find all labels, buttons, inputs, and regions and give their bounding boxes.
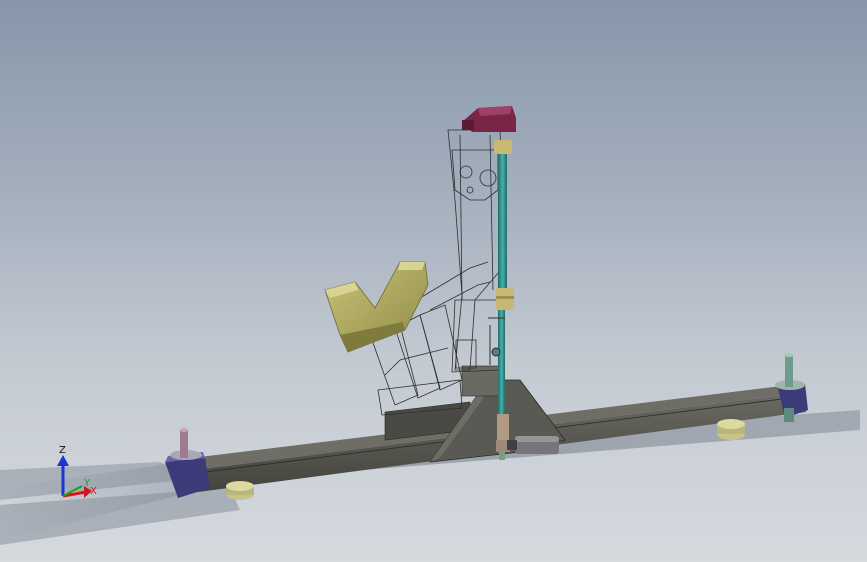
leveling-foot-right [717, 419, 745, 440]
locating-pin-left[interactable] [180, 428, 188, 458]
clamp-head[interactable] [462, 106, 516, 132]
shaft-bushing-upper [494, 140, 512, 154]
y-axis-label: Y [83, 478, 91, 489]
leveling-foot-left [226, 481, 254, 500]
shaft-bushing-middle [496, 288, 514, 310]
x-axis-label: X [90, 486, 97, 497]
graphics-viewport[interactable]: Z X Y [0, 0, 867, 562]
z-axis-label: Z [59, 445, 66, 456]
z-arrow-head-icon [57, 455, 69, 466]
upright-post-wireframe[interactable] [447, 129, 506, 373]
cradle-v-block[interactable] [324, 261, 429, 353]
cad-model-view[interactable]: Z X Y [0, 0, 867, 562]
